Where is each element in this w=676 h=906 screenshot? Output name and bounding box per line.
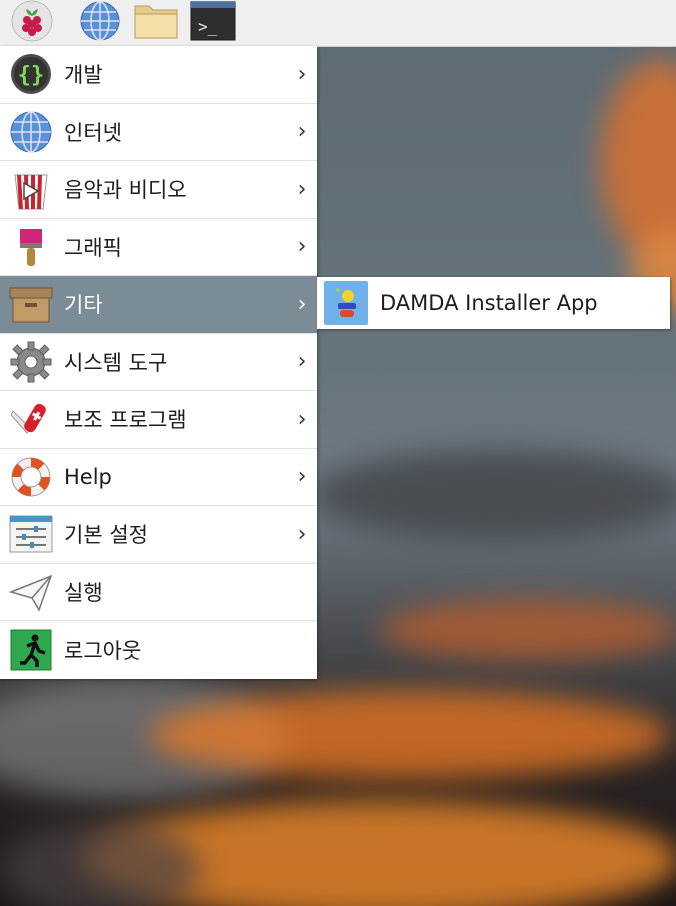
menu-item-music-video[interactable]: 음악과 비디오 › bbox=[0, 161, 317, 219]
lifebuoy-icon bbox=[8, 454, 54, 500]
menu-item-label: 시스템 도구 bbox=[64, 350, 168, 375]
chevron-right-icon: › bbox=[297, 464, 307, 490]
chevron-right-icon: › bbox=[297, 119, 307, 145]
menu-item-run[interactable]: 실행 bbox=[0, 564, 317, 621]
menu-item-preferences[interactable]: 기본 설정 › bbox=[0, 506, 317, 564]
damda-app-icon bbox=[324, 281, 368, 325]
menu-item-internet[interactable]: 인터넷 › bbox=[0, 104, 317, 161]
menu-item-label: 로그아웃 bbox=[64, 638, 142, 663]
menu-item-graphics[interactable]: 그래픽 › bbox=[0, 219, 317, 276]
svg-text:{}: {} bbox=[18, 63, 45, 88]
submenu-item-label: DAMDA Installer App bbox=[380, 291, 598, 315]
raspberry-menu-button[interactable] bbox=[8, 0, 56, 42]
code-braces-icon: {} bbox=[8, 51, 54, 97]
taskbar: >_ bbox=[0, 0, 676, 47]
pocket-knife-icon bbox=[8, 396, 54, 442]
chevron-right-icon: › bbox=[297, 406, 307, 432]
raspberry-icon bbox=[11, 0, 53, 42]
globe-icon bbox=[8, 109, 54, 155]
settings-sliders-icon bbox=[8, 511, 54, 557]
wallpaper-cloud bbox=[310, 450, 676, 540]
paintbrush-icon bbox=[8, 224, 54, 270]
menu-item-label: 음악과 비디오 bbox=[64, 178, 187, 203]
menu-item-label: Help bbox=[64, 464, 112, 489]
submenu-other: DAMDA Installer App bbox=[317, 277, 670, 329]
menu-item-label: 실행 bbox=[64, 580, 103, 605]
file-manager-button[interactable] bbox=[132, 0, 180, 42]
menu-item-label: 그래픽 bbox=[64, 235, 122, 260]
paper-plane-icon bbox=[8, 569, 54, 615]
menu-item-logout[interactable]: 로그아웃 bbox=[0, 621, 317, 679]
chevron-right-icon: › bbox=[297, 349, 307, 375]
chevron-right-icon: › bbox=[297, 521, 307, 547]
menu-item-other[interactable]: 기타 › bbox=[0, 276, 317, 334]
menu-item-system-tools[interactable]: 시스템 도구 › bbox=[0, 334, 317, 391]
menu-item-label: 개발 bbox=[64, 63, 103, 88]
wallpaper-cloud bbox=[380, 600, 676, 660]
chevron-right-icon: › bbox=[297, 234, 307, 260]
chevron-right-icon: › bbox=[297, 291, 307, 317]
terminal-icon: >_ bbox=[190, 1, 236, 41]
menu-item-accessories[interactable]: 보조 프로그램 › bbox=[0, 391, 317, 449]
menu-item-label: 기본 설정 bbox=[64, 523, 148, 548]
menu-item-label: 보조 프로그램 bbox=[64, 408, 187, 433]
menu-item-development[interactable]: {} 개발 › bbox=[0, 46, 317, 104]
application-menu: {} 개발 › 인터넷 › 음악과 비디오 › 그래픽 › 기타 › 시스템 도… bbox=[0, 46, 317, 679]
wallpaper-cloud bbox=[150, 690, 670, 780]
web-browser-button[interactable] bbox=[76, 0, 124, 42]
exit-running-icon bbox=[8, 627, 54, 673]
folder-icon bbox=[134, 5, 178, 39]
globe-icon bbox=[80, 1, 120, 41]
popcorn-video-icon bbox=[8, 166, 54, 212]
menu-item-label: 기타 bbox=[64, 293, 103, 318]
menu-item-help[interactable]: Help › bbox=[0, 449, 317, 506]
chevron-right-icon: › bbox=[297, 61, 307, 87]
submenu-item-damda-installer[interactable]: DAMDA Installer App bbox=[317, 277, 670, 329]
chevron-right-icon: › bbox=[297, 176, 307, 202]
menu-item-label: 인터넷 bbox=[64, 120, 122, 145]
box-icon bbox=[8, 281, 54, 327]
terminal-button[interactable]: >_ bbox=[188, 0, 238, 42]
terminal-prompt: >_ bbox=[198, 17, 218, 36]
gear-icon bbox=[8, 339, 54, 385]
